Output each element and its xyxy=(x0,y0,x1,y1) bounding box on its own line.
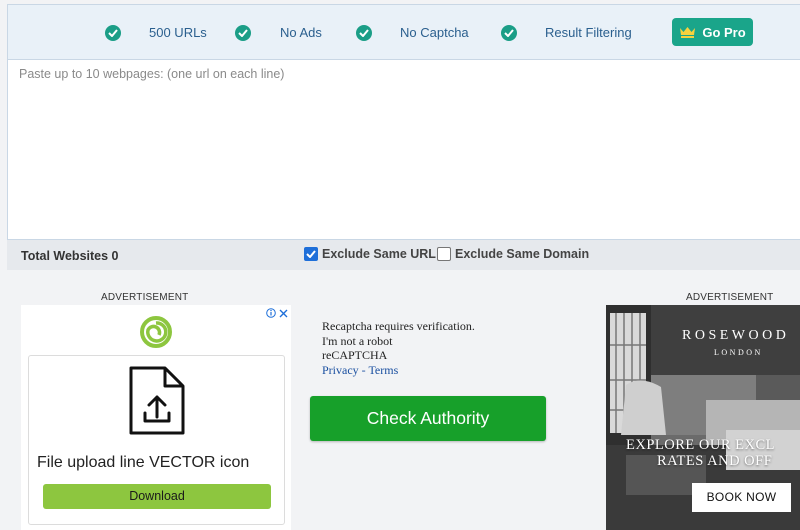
privacy-link[interactable]: Privacy xyxy=(322,363,359,377)
page: 500 URLs No Ads No Captcha Result Filter… xyxy=(0,0,800,530)
total-websites-count: Total Websites 0 xyxy=(21,249,119,263)
link-separator: - xyxy=(358,362,369,377)
close-icon xyxy=(279,309,288,317)
ad-headline-line1: EXPLORE OUR EXCL xyxy=(626,437,775,453)
advertisement-header-left: ADVERTISEMENT xyxy=(101,292,189,303)
pro-features-bar: 500 URLs No Ads No Captcha Result Filter… xyxy=(7,4,800,59)
book-now-button[interactable]: BOOK NOW xyxy=(692,483,791,512)
options-row: Total Websites 0 Exclude Same URL Exclud… xyxy=(7,240,800,270)
feature-no-captcha: No Captcha xyxy=(400,25,469,40)
adchoices-icon[interactable] xyxy=(266,308,288,318)
feature-no-ads: No Ads xyxy=(280,25,322,40)
recaptcha-brand: reCAPTCHA xyxy=(322,348,388,362)
recaptcha-links: Privacy - Terms xyxy=(322,363,475,378)
exclude-same-domain-label: Exclude Same Domain xyxy=(455,247,590,261)
advertisement-header-right: ADVERTISEMENT xyxy=(686,292,774,303)
check-circle-icon xyxy=(501,5,517,60)
recaptcha-not-robot[interactable]: I'm not a robot xyxy=(322,334,475,349)
ad-headline-line2: RATES AND OFF xyxy=(657,453,773,469)
check-authority-button[interactable]: Check Authority xyxy=(310,396,546,441)
exclude-same-url-label: Exclude Same URL xyxy=(322,247,436,261)
ad-title: File upload line VECTOR icon xyxy=(37,454,250,471)
check-circle-icon xyxy=(105,5,121,60)
advertisement-right[interactable]: ROSEWOOD LONDON EXPLORE OUR EXCL RATES A… xyxy=(606,305,800,530)
ad-brand: ROSEWOOD xyxy=(682,328,790,343)
terms-link[interactable]: Terms xyxy=(368,363,398,377)
crown-icon xyxy=(679,26,696,38)
exclude-same-url-option[interactable]: Exclude Same URL xyxy=(304,247,436,261)
url-input-container xyxy=(7,59,800,240)
recaptcha-message: Recaptcha requires verification. xyxy=(322,319,475,333)
advertisement-left[interactable]: File upload line VECTOR icon Download xyxy=(21,305,291,530)
feature-result-filtering: Result Filtering xyxy=(545,25,632,40)
ad-headline: EXPLORE OUR EXCL RATES AND OFF xyxy=(626,437,800,469)
recaptcha-fallback: Recaptcha requires verification. I'm not… xyxy=(322,319,475,377)
feature-500-urls: 500 URLs xyxy=(149,25,207,40)
spiral-logo-icon xyxy=(140,316,172,353)
exclude-same-domain-checkbox[interactable] xyxy=(437,247,451,261)
check-circle-icon xyxy=(356,5,372,60)
file-upload-icon xyxy=(127,365,187,442)
ad-city: LONDON xyxy=(714,348,763,357)
ad-card[interactable]: File upload line VECTOR icon Download xyxy=(28,355,285,525)
download-button[interactable]: Download xyxy=(43,484,271,509)
exclude-same-domain-option[interactable]: Exclude Same Domain xyxy=(437,247,589,261)
go-pro-label: Go Pro xyxy=(702,24,746,40)
go-pro-button[interactable]: Go Pro xyxy=(672,18,753,46)
exclude-same-url-checkbox[interactable] xyxy=(304,247,318,261)
check-circle-icon xyxy=(235,5,251,60)
url-input[interactable] xyxy=(8,60,800,239)
